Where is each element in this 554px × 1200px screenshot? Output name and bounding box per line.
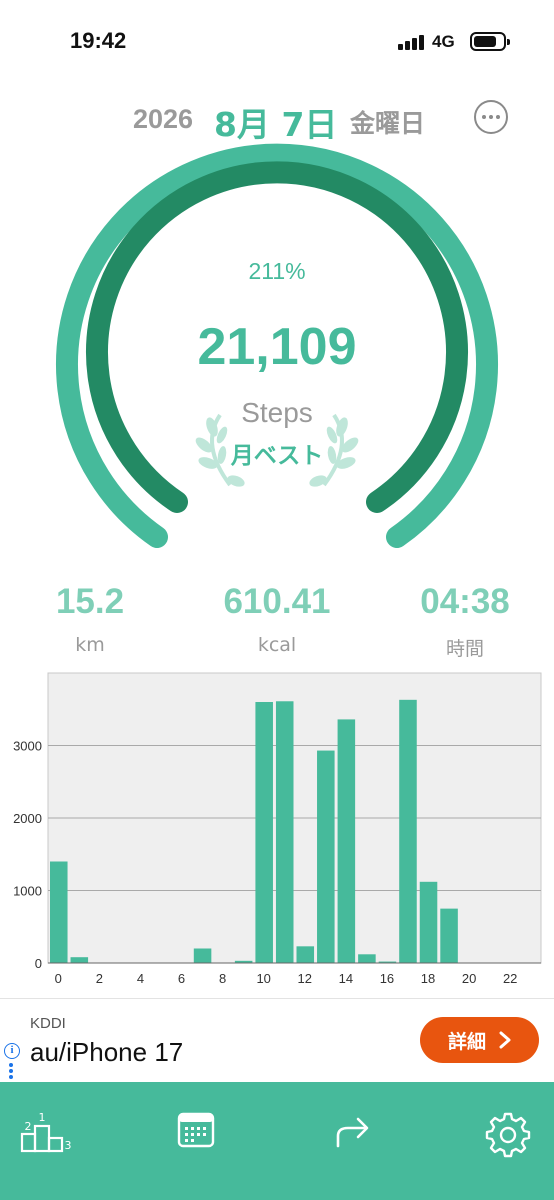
- distance-value: 15.2: [55, 582, 125, 621]
- ad-title[interactable]: au/iPhone 17: [30, 1037, 183, 1068]
- ad-advertiser: KDDI: [30, 1015, 66, 1032]
- y-tick-label: 3000: [13, 739, 42, 754]
- ad-menu-icon[interactable]: [9, 1063, 13, 1079]
- calendar-icon[interactable]: [166, 1102, 226, 1162]
- time-value: 04:38: [420, 582, 510, 621]
- calories-value: 610.41: [223, 582, 331, 621]
- status-bar: 19:42 4G: [0, 0, 554, 80]
- bar-hour-10: [255, 702, 273, 963]
- date-weekday: 金曜日: [350, 109, 426, 138]
- bar-hour-11: [275, 701, 294, 963]
- bar-hour-15: [358, 954, 376, 963]
- goal-percent: 211%: [248, 258, 306, 284]
- x-tick-label: 14: [339, 971, 353, 986]
- date-header: 2026 8月 7日 金曜日: [0, 100, 554, 144]
- svg-text:3: 3: [65, 1139, 72, 1152]
- calories-stat: 610.41 kcal: [187, 582, 367, 656]
- x-tick-label: 0: [55, 971, 62, 986]
- step-count: 21,109: [197, 318, 357, 376]
- bar-hour-7: [193, 948, 212, 963]
- podium-icon[interactable]: 1 2 3: [12, 1102, 72, 1162]
- bottom-tab-bar: 1 2 3: [0, 1082, 554, 1200]
- bar-hour-13: [317, 750, 335, 963]
- bar-hour-12: [296, 946, 315, 963]
- svg-text:2: 2: [25, 1120, 32, 1133]
- network-label: 4G: [432, 32, 455, 51]
- x-tick-label: 10: [256, 971, 270, 986]
- bar-hour-0: [50, 861, 68, 963]
- bar-hour-1: [70, 957, 89, 963]
- time-stat: 04:38 時間: [375, 582, 554, 661]
- bar-hour-19: [440, 908, 458, 963]
- hourly-steps-chart: 0 1000 2000 3000 0 2 4 6 8 10 12 14 16 18 20 22: [13, 672, 542, 986]
- svg-text:1: 1: [39, 1111, 46, 1124]
- bar-hour-17: [399, 699, 417, 963]
- x-tick-label: 22: [503, 971, 517, 986]
- distance-unit: km: [75, 634, 105, 656]
- ad-details-button[interactable]: 詳細: [420, 1017, 539, 1063]
- share-icon[interactable]: [322, 1102, 382, 1162]
- date-month-day[interactable]: 8月 7日: [214, 98, 337, 146]
- x-tick-label: 2: [96, 971, 103, 986]
- x-tick-label: 4: [137, 971, 144, 986]
- bar-hour-18: [419, 881, 438, 963]
- distance-stat: 15.2 km: [0, 582, 180, 656]
- calories-unit: kcal: [257, 634, 297, 656]
- y-tick-label: 0: [35, 956, 42, 971]
- date-year: 2026: [133, 104, 194, 134]
- status-time: 19:42: [70, 28, 127, 53]
- battery-icon: [470, 32, 510, 51]
- ad-banner[interactable]: KDDI au/iPhone 17 i 詳細: [0, 998, 554, 1082]
- monthly-best-badge: 月ベスト: [230, 443, 324, 469]
- x-tick-label: 16: [380, 971, 394, 986]
- y-tick-label: 2000: [13, 811, 42, 826]
- gear-icon[interactable]: [478, 1102, 538, 1162]
- x-tick-label: 20: [462, 971, 476, 986]
- x-tick-label: 6: [178, 971, 185, 986]
- ad-details-label: 詳細: [448, 1031, 487, 1053]
- ad-info-icon[interactable]: i: [4, 1043, 20, 1059]
- x-tick-label: 12: [298, 971, 312, 986]
- more-options-button[interactable]: [474, 100, 508, 134]
- y-tick-label: 1000: [13, 884, 42, 899]
- time-unit: 時間: [445, 638, 484, 660]
- x-tick-label: 8: [219, 971, 226, 986]
- bar-hour-14: [337, 719, 356, 963]
- chevron-right-icon: [499, 1031, 511, 1049]
- signal-icon: [398, 34, 428, 50]
- x-tick-label: 18: [421, 971, 435, 986]
